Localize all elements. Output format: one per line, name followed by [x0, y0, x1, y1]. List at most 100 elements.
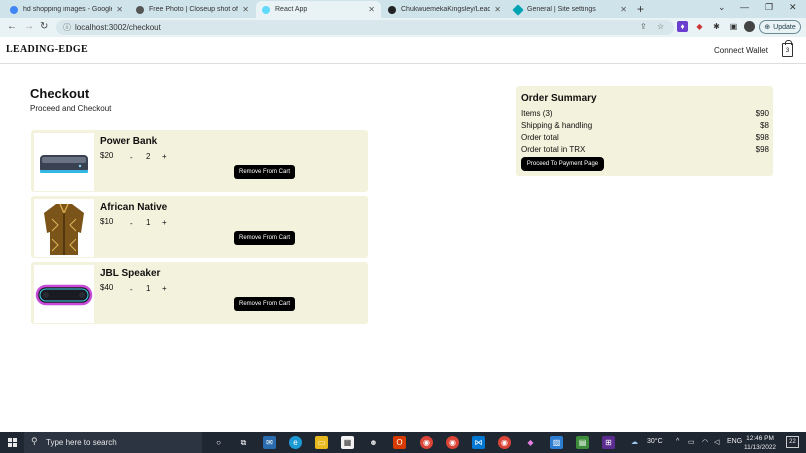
google-icon	[10, 5, 18, 14]
tab-label: Free Photo | Closeup shot of two	[149, 6, 238, 13]
decrease-quantity-button[interactable]: -	[130, 219, 133, 228]
cart-item: Power Bank $20 - 2 + Remove From Cart	[31, 130, 368, 192]
cart-count: 3	[785, 48, 790, 54]
devtools-icon[interactable]: ⊞	[602, 436, 615, 449]
increase-quantity-button[interactable]: +	[162, 284, 167, 293]
office-icon[interactable]: O	[393, 436, 406, 449]
summary-row-total-trx: Order total in TRX $98	[521, 145, 769, 154]
cart-bag-icon[interactable]: 3	[782, 40, 793, 57]
chrome-active-icon[interactable]: ◉	[498, 436, 511, 449]
share-icon[interactable]: ⇪	[640, 22, 647, 31]
alien-app-icon[interactable]: ☻	[367, 436, 380, 449]
item-price: $40	[100, 283, 114, 292]
close-icon[interactable]: ✕	[242, 5, 249, 14]
weather-temperature[interactable]: 30°C	[647, 438, 663, 445]
cart-item: JBL Speaker $40 - 1 + Remove From Cart	[31, 262, 368, 324]
close-icon[interactable]: ✕	[620, 5, 627, 14]
chevron-up-icon[interactable]: ^	[676, 438, 679, 445]
back-arrow-icon[interactable]: ←	[7, 21, 17, 32]
summary-value: $98	[755, 133, 769, 142]
tab-search-chevron-icon[interactable]: ⌄	[718, 2, 726, 13]
increase-quantity-button[interactable]: +	[162, 218, 167, 227]
brand-logo[interactable]: LEADING-EDGE	[6, 44, 88, 55]
windows-start-icon[interactable]	[8, 438, 17, 447]
battery-icon[interactable]: ▭	[688, 438, 695, 446]
chrome-icon[interactable]: ◉	[420, 436, 433, 449]
avatar[interactable]	[744, 21, 755, 32]
summary-label: Shipping & handling	[521, 121, 593, 130]
update-button[interactable]: ⊕ Update	[759, 20, 801, 34]
jbl-speaker-image	[34, 265, 94, 323]
african-native-shirt-image	[34, 199, 94, 257]
remove-from-cart-button[interactable]: Remove From Cart	[234, 165, 295, 179]
item-quantity: 2	[146, 152, 151, 161]
weather-cloud-icon[interactable]: ☁	[631, 438, 638, 446]
taskbar-search-input[interactable]: ⚲ Type here to search	[24, 432, 202, 453]
address-bar[interactable]: ⓘ localhost:3002/checkout ⇪ ☆	[56, 20, 674, 35]
item-price: $10	[100, 217, 114, 226]
close-icon[interactable]: ✕	[368, 5, 375, 14]
mail-icon[interactable]: ✉	[263, 436, 276, 449]
increase-quantity-button[interactable]: +	[162, 152, 167, 161]
tab-label: General | Site settings	[527, 6, 596, 13]
minimize-icon[interactable]: —	[740, 2, 749, 12]
clock-time: 12:46 PM	[746, 435, 774, 442]
item-name: African Native	[100, 202, 168, 213]
item-name: JBL Speaker	[100, 268, 161, 279]
sidebar-icon[interactable]: ▣	[728, 21, 739, 32]
decrease-quantity-button[interactable]: -	[130, 153, 133, 162]
tab-free-photo[interactable]: Free Photo | Closeup shot of two ✕	[130, 1, 255, 18]
search-icon: ⚲	[31, 436, 38, 446]
vscode-icon[interactable]: ⋈	[472, 436, 485, 449]
page-subtitle: Proceed and Checkout	[30, 104, 112, 113]
notifications-badge[interactable]: 22	[786, 436, 799, 448]
store-icon[interactable]: ▦	[341, 436, 354, 449]
wifi-icon[interactable]: ◠	[702, 438, 708, 446]
cortana-icon[interactable]: ○	[212, 436, 225, 449]
info-icon[interactable]: ⓘ	[63, 22, 71, 33]
page-title: Checkout	[30, 86, 90, 101]
language-indicator[interactable]: ENG	[727, 438, 742, 445]
proceed-to-payment-button[interactable]: Proceed To Payment Page	[521, 157, 604, 171]
puzzle-icon[interactable]: ✱	[711, 21, 722, 32]
calculator-icon[interactable]: ▤	[576, 436, 589, 449]
tab-google-search[interactable]: hd shopping images - Google Se ✕	[4, 1, 129, 18]
order-summary: Order Summary Items (3) $90 Shipping & h…	[516, 86, 773, 176]
summary-label: Order total	[521, 133, 559, 142]
decrease-quantity-button[interactable]: -	[130, 285, 133, 294]
connect-wallet-button[interactable]: Connect Wallet	[714, 46, 768, 55]
tab-site-settings[interactable]: General | Site settings ✕	[508, 1, 633, 18]
order-summary-title: Order Summary	[521, 93, 597, 104]
extension-icon[interactable]: ♦	[677, 21, 688, 32]
tab-label: ChukwuemekaKingsley/LeadingE	[401, 6, 491, 13]
settings-diamond-icon	[512, 3, 524, 16]
item-name: Power Bank	[100, 136, 158, 147]
summary-value: $90	[755, 109, 769, 118]
new-tab-plus-icon[interactable]: +	[637, 2, 644, 16]
paint-drop-icon[interactable]: ◆	[524, 436, 537, 449]
restore-icon[interactable]: ❐	[765, 2, 773, 13]
item-quantity: 1	[146, 284, 151, 293]
remove-from-cart-button[interactable]: Remove From Cart	[234, 297, 295, 311]
summary-value: $8	[760, 121, 769, 130]
remove-from-cart-button[interactable]: Remove From Cart	[234, 231, 295, 245]
reload-icon[interactable]: ↻	[40, 21, 48, 32]
edge-icon[interactable]: e	[289, 436, 302, 449]
volume-icon[interactable]: ◁	[714, 438, 719, 446]
summary-value: $98	[755, 145, 769, 154]
photos-icon[interactable]: ▨	[550, 436, 563, 449]
task-view-icon[interactable]: ⧉	[237, 436, 250, 449]
extension-shield-icon[interactable]: ◆	[694, 21, 705, 32]
summary-label: Order total in TRX	[521, 145, 586, 154]
search-placeholder: Type here to search	[46, 438, 117, 447]
close-icon[interactable]: ✕	[116, 5, 123, 14]
forward-arrow-icon[interactable]: →	[24, 21, 34, 32]
chrome-profile-icon[interactable]: ◉	[446, 436, 459, 449]
tab-react-app[interactable]: React App ✕	[256, 1, 381, 18]
close-icon[interactable]: ✕	[494, 5, 501, 14]
file-explorer-icon[interactable]: ▭	[315, 436, 328, 449]
bookmark-star-icon[interactable]: ☆	[657, 22, 664, 31]
system-clock[interactable]: 12:46 PM 11/13/2022	[744, 434, 776, 452]
window-close-icon[interactable]: ✕	[789, 2, 797, 13]
tab-github[interactable]: ChukwuemekaKingsley/LeadingE ✕	[382, 1, 507, 18]
